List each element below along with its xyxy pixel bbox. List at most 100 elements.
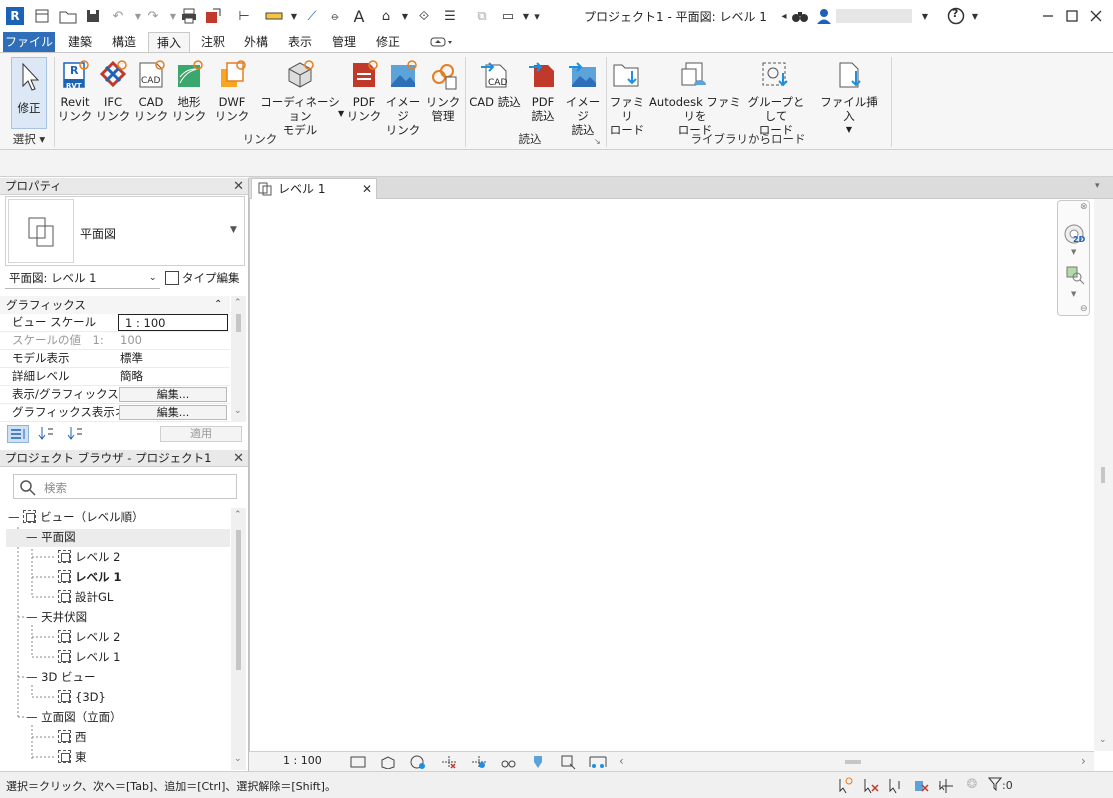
import-settings-icon[interactable]: ↘	[594, 137, 601, 146]
tree-item-floor-level2[interactable]: レベル 2	[58, 549, 120, 565]
app-icon[interactable]: R	[6, 7, 24, 25]
filter-icon[interactable]: :0	[987, 777, 1022, 795]
print-icon[interactable]	[179, 6, 199, 26]
canvas-hscroll-thumb[interactable]	[845, 760, 861, 764]
switch-windows-icon[interactable]: ▭	[498, 6, 518, 26]
tab-modify[interactable]: 修正	[368, 32, 408, 52]
tree-root-views[interactable]: — ビュー（レベル順）	[8, 509, 144, 525]
tab-site[interactable]: 外構	[236, 32, 276, 52]
manage-links-button[interactable]: リンク 管理	[423, 59, 463, 123]
apply-button[interactable]: 適用	[160, 426, 242, 442]
zoom-dropdown-icon[interactable]: ▼	[1071, 290, 1076, 298]
tree-group-elevation[interactable]: — 立面図（立面）	[26, 709, 122, 725]
tree-group-ceiling[interactable]: — 天井伏図	[26, 609, 87, 625]
thin-lines-icon[interactable]: ☰	[440, 6, 460, 26]
help-icon[interactable]: ?	[946, 6, 966, 26]
pdf-import-button[interactable]: PDF 読込	[526, 59, 560, 123]
tab-list-dropdown-icon[interactable]: ▾	[1095, 181, 1100, 191]
tree-item-elevation-west[interactable]: 西	[58, 729, 87, 745]
customize-toolbar-icon[interactable]: ▾	[527, 6, 547, 26]
dwf-link-button[interactable]: DWF リンク	[212, 59, 252, 123]
pdf-link-button[interactable]: PDF リンク	[344, 59, 384, 123]
properties-close-icon[interactable]: ✕	[233, 178, 244, 195]
navbar-close-icon[interactable]: ⊗	[1080, 202, 1088, 212]
insert-from-file-button[interactable]: ファイル挿入 ▼	[815, 59, 883, 137]
image-link-button[interactable]: イメージ リンク	[383, 59, 423, 137]
tab-file[interactable]: ファイル	[3, 32, 55, 52]
steering-wheel-icon[interactable]: 2D	[1063, 223, 1085, 245]
drawing-canvas[interactable]	[249, 199, 1094, 751]
edit-type-button[interactable]: タイプ編集	[165, 269, 247, 289]
revit-link-button[interactable]: R RVT Revit リンク	[56, 59, 94, 123]
tab-view[interactable]: 表示	[280, 32, 320, 52]
close-icon[interactable]	[1086, 6, 1106, 26]
load-family-button[interactable]: ファミリ ロード	[607, 59, 647, 137]
canvas-scroll-right-icon[interactable]: ›	[1081, 754, 1086, 768]
steering-wheel-dropdown-icon[interactable]: ▼	[1071, 248, 1076, 256]
graphics-display-edit-button[interactable]: 編集...	[119, 405, 227, 420]
user-icon[interactable]	[814, 6, 834, 26]
graphics-section-header[interactable]: グラフィックス ⌃	[0, 296, 230, 314]
navbar-options-icon[interactable]: ⊖	[1080, 304, 1088, 314]
view-tab-close-icon[interactable]: ✕	[362, 179, 372, 199]
3d-view-dropdown-icon[interactable]: ▼	[395, 6, 415, 26]
tab-annotate[interactable]: 注釈	[193, 32, 233, 52]
section-icon[interactable]: ⟐	[414, 6, 434, 26]
select-underlay-icon[interactable]	[862, 777, 880, 795]
visibility-edit-button[interactable]: 編集...	[119, 387, 227, 402]
ifc-link-button[interactable]: IFC リンク	[94, 59, 132, 123]
user-name-field[interactable]	[836, 9, 912, 23]
select-pinned-icon[interactable]	[887, 777, 905, 795]
user-dropdown-icon[interactable]: ▼	[915, 6, 935, 26]
background-process-icon[interactable]: ❂	[963, 777, 981, 795]
image-import-button[interactable]: イメージ 読込	[562, 59, 604, 137]
home-icon[interactable]	[32, 6, 52, 26]
prop-row-detail-level[interactable]: 詳細レベル 簡略	[0, 368, 230, 386]
tree-item-ceiling-level2[interactable]: レベル 2	[58, 629, 120, 645]
load-as-group-button[interactable]: グループとして ロード	[745, 59, 807, 137]
select-group-label[interactable]: 選択 ▾	[6, 131, 52, 147]
cad-import-button[interactable]: CAD CAD 読込	[468, 59, 522, 109]
type-dropdown-icon[interactable]: ▼	[230, 225, 237, 235]
categorize-icon[interactable]	[7, 425, 29, 443]
detail-level-icon[interactable]	[350, 755, 366, 772]
topography-link-button[interactable]: 地形 リンク	[170, 59, 208, 123]
minimize-icon[interactable]	[1038, 6, 1058, 26]
aligned-dimension-icon[interactable]: ⟋	[302, 6, 322, 26]
tree-item-floor-gl[interactable]: 設計GL	[58, 589, 113, 605]
modify-select-button[interactable]: 修正	[11, 57, 47, 129]
tree-item-ceiling-level1[interactable]: レベル 1	[58, 649, 120, 665]
drag-elements-icon[interactable]	[937, 777, 955, 795]
tree-item-floor-level1[interactable]: レベル 1	[58, 569, 122, 585]
prop-row-model-display[interactable]: モデル表示 標準	[0, 350, 230, 368]
dimension-icon[interactable]: ⊢	[234, 6, 254, 26]
view-tab-level1[interactable]: レベル 1 ✕	[251, 178, 377, 199]
project-browser-close-icon[interactable]: ✕	[233, 450, 244, 467]
sort-descending-icon[interactable]	[65, 425, 87, 443]
cad-link-button[interactable]: CAD CAD リンク	[132, 59, 170, 123]
3d-view-icon[interactable]: ⌂	[376, 6, 396, 26]
tree-group-3d[interactable]: — 3D ビュー	[26, 669, 95, 685]
tab-architecture[interactable]: 建築	[60, 32, 100, 52]
canvas-vertical-scrollbar[interactable]: ⌄	[1094, 199, 1113, 751]
browser-search-field[interactable]: 検索	[13, 474, 237, 499]
measure-dropdown-icon[interactable]: ▼	[284, 6, 304, 26]
tag-icon[interactable]: ⦵	[325, 6, 345, 26]
tab-structure[interactable]: 構造	[104, 32, 144, 52]
browser-scrollbar[interactable]: ⌃ ⌄	[231, 508, 246, 770]
binoculars-icon[interactable]	[790, 6, 810, 26]
tree-item-elevation-east[interactable]: 東	[58, 749, 87, 765]
load-autodesk-family-button[interactable]: Autodesk ファミリを ロード	[647, 59, 743, 137]
select-by-face-icon[interactable]	[912, 777, 930, 795]
close-hidden-icon[interactable]: ⧉	[472, 6, 492, 26]
sort-ascending-icon[interactable]	[36, 425, 58, 443]
tab-manage[interactable]: 管理	[324, 32, 364, 52]
view-scale-input[interactable]: 1 : 100	[118, 314, 228, 331]
type-selector[interactable]: 平面図 ▼	[5, 196, 245, 266]
coordination-model-button[interactable]: コーディネーション モデル	[258, 59, 342, 137]
maximize-icon[interactable]	[1062, 6, 1082, 26]
text-icon[interactable]: A	[349, 6, 369, 26]
zoom-icon[interactable]	[1065, 265, 1085, 285]
open-folder-icon[interactable]	[58, 6, 78, 26]
save-icon[interactable]	[83, 6, 103, 26]
